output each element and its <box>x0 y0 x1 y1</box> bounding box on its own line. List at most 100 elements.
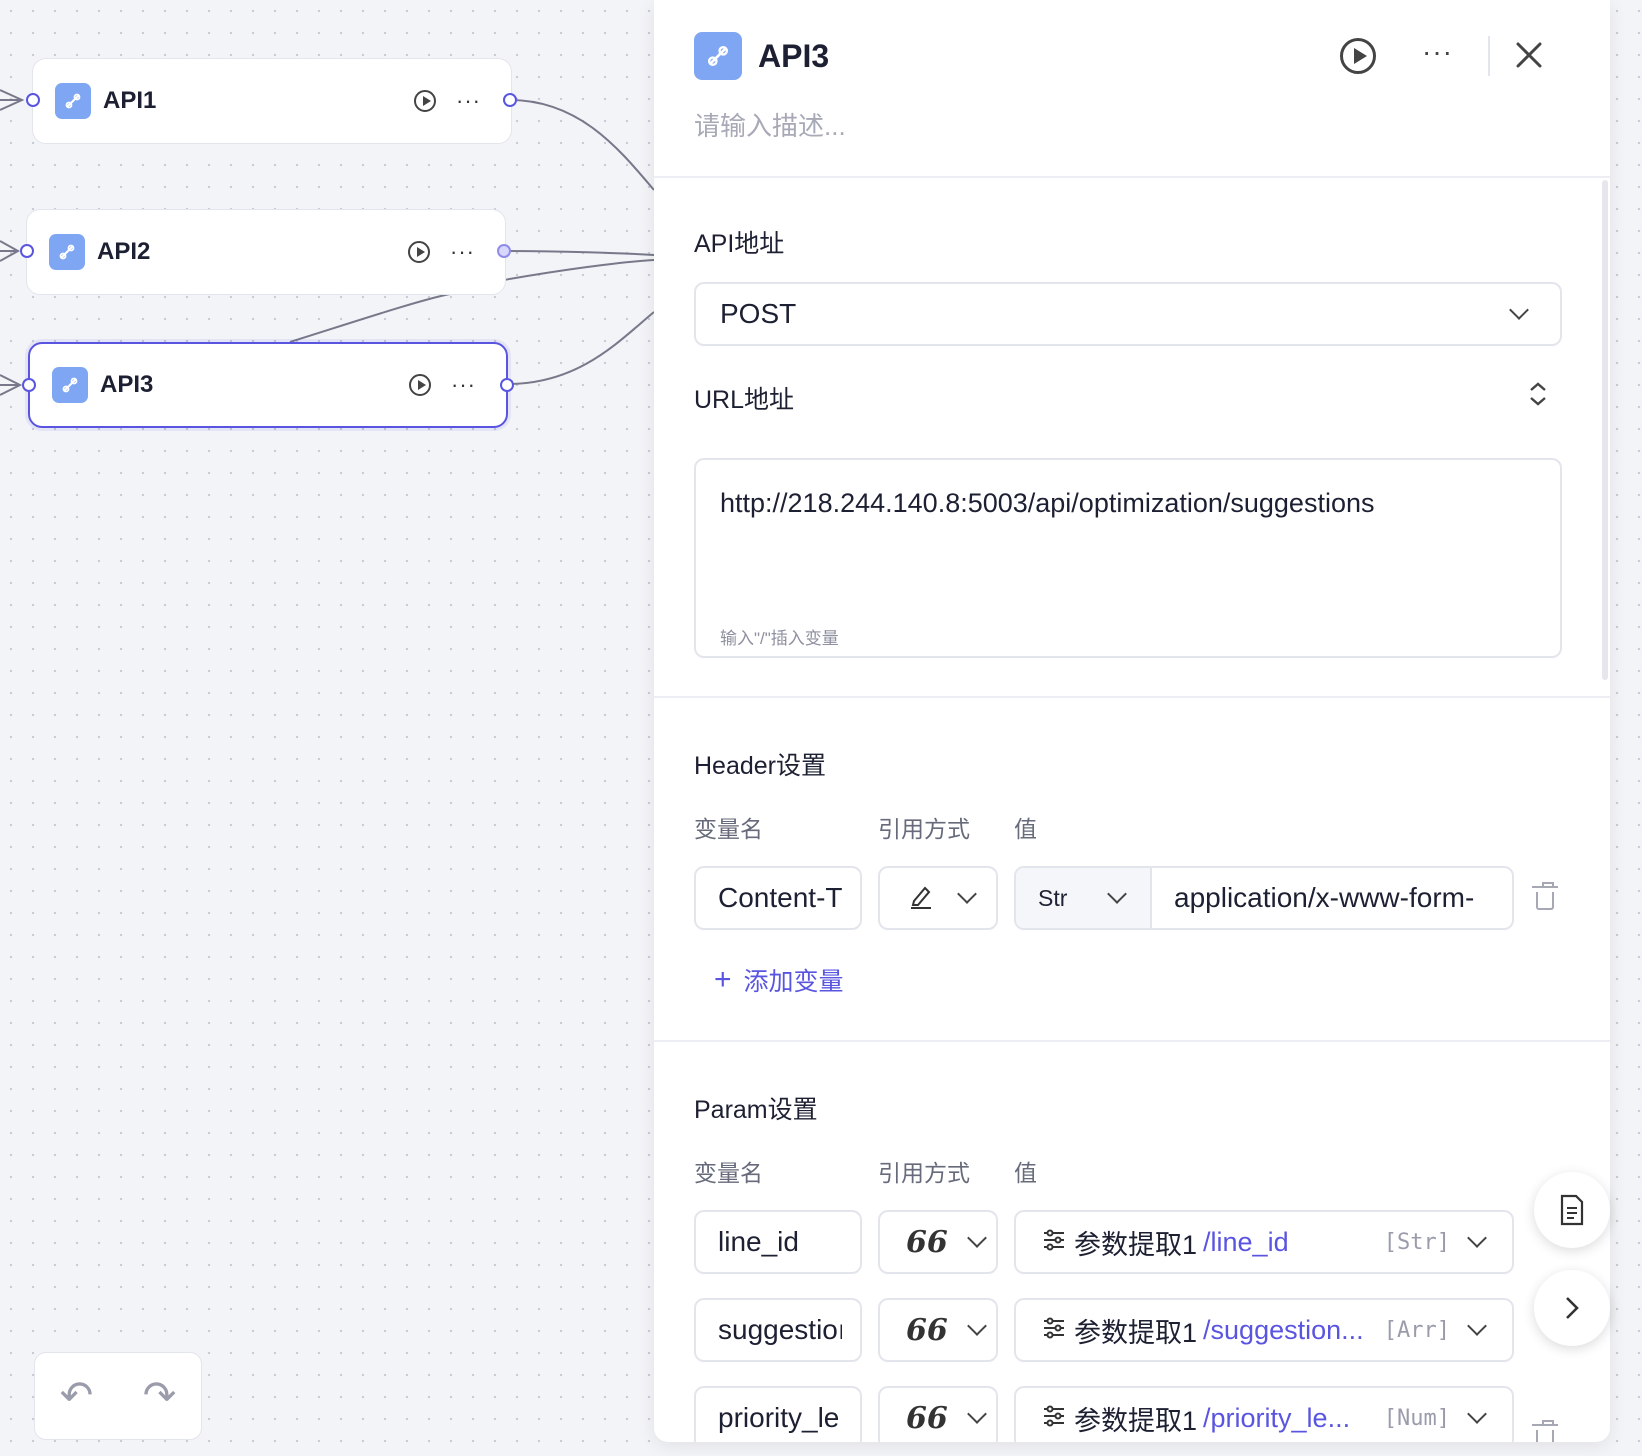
scrollbar[interactable] <box>1602 180 1608 680</box>
param-value-select[interactable]: 参数提取1 /line_id [Str] <box>1014 1210 1514 1274</box>
param-value-select[interactable]: 参数提取1 /suggestion... [Arr] <box>1014 1298 1514 1362</box>
param-name-input[interactable]: suggestioı <box>694 1298 862 1362</box>
url-value: http://218.244.140.8:5003/api/optimizati… <box>720 488 1375 518</box>
param-ref-select[interactable]: 66 <box>878 1386 998 1442</box>
reference-quote-icon: 66 <box>906 1400 948 1436</box>
output-port[interactable] <box>500 378 514 392</box>
node-title: API2 <box>97 238 151 265</box>
add-variable-label: 添加变量 <box>743 968 844 996</box>
reference-quote-icon: 66 <box>906 1224 948 1260</box>
canvas-node-api2[interactable]: API2 ··· <box>26 209 506 295</box>
sliders-icon <box>1042 1317 1066 1344</box>
param-path: /priority_le... <box>1203 1402 1351 1433</box>
param-name-value: line_id <box>718 1226 799 1257</box>
col-name-label: 变量名 <box>694 1160 763 1186</box>
chevron-down-icon <box>1467 1228 1487 1248</box>
delete-icon[interactable] <box>1532 1420 1558 1442</box>
divider <box>654 176 1610 178</box>
close-icon[interactable] <box>1512 38 1546 72</box>
chevron-down-icon <box>957 884 977 904</box>
chevron-down-icon <box>1467 1404 1487 1424</box>
header-divider <box>1488 36 1490 76</box>
param-section-title: Param设置 <box>694 1096 818 1124</box>
undo-icon[interactable]: ↶ <box>60 1376 94 1416</box>
expand-collapse-icon[interactable] <box>1526 380 1550 408</box>
header-value-field[interactable]: Str application/x-www-form- <box>1014 866 1514 930</box>
redo-icon[interactable]: ↷ <box>143 1376 177 1416</box>
add-header-variable-button[interactable]: + 添加变量 <box>714 962 844 998</box>
run-icon[interactable] <box>409 374 432 396</box>
param-value-select[interactable]: 参数提取1 /priority_le... [Num] <box>1014 1386 1514 1442</box>
param-ref-select[interactable]: 66 <box>878 1210 998 1274</box>
chevron-down-icon <box>1467 1316 1487 1336</box>
canvas-node-api3[interactable]: API3 ··· <box>28 342 508 428</box>
more-icon[interactable]: ··· <box>1422 36 1453 68</box>
document-icon <box>1560 1194 1584 1226</box>
input-port[interactable] <box>22 378 36 392</box>
api-link-icon <box>52 367 88 403</box>
header-name-input[interactable]: Content-T <box>694 866 862 930</box>
header-value: application/x-www-form- <box>1174 882 1475 913</box>
param-ref-select[interactable]: 66 <box>878 1298 998 1362</box>
node-config-panel: API3 ··· 请输入描述... API地址 POST URL地址 http:… <box>654 0 1610 1442</box>
input-port[interactable] <box>26 93 40 107</box>
more-icon[interactable]: ··· <box>456 90 481 112</box>
api-link-icon <box>49 234 85 270</box>
input-port[interactable] <box>20 244 34 258</box>
panel-title[interactable]: API3 <box>758 38 829 75</box>
output-port[interactable] <box>497 244 511 258</box>
param-name-input[interactable]: priority_le <box>694 1386 862 1442</box>
header-section-title: Header设置 <box>694 752 826 780</box>
url-label: URL地址 <box>694 386 795 414</box>
param-source: 参数提取1 <box>1074 1405 1198 1436</box>
chevron-down-icon <box>1107 884 1127 904</box>
method-value: POST <box>720 298 797 329</box>
sliders-icon <box>1042 1405 1066 1432</box>
col-name-label: 变量名 <box>694 816 763 842</box>
canvas-node-api1[interactable]: API1 ··· <box>32 58 512 144</box>
api-link-icon <box>694 32 742 80</box>
more-icon[interactable]: ··· <box>451 374 476 396</box>
api-section-title: API地址 <box>694 230 785 258</box>
node-title: API1 <box>103 87 157 114</box>
type-tag: [Num] <box>1383 1405 1450 1431</box>
chevron-down-icon <box>966 1228 987 1248</box>
chevron-down-icon <box>966 1316 987 1336</box>
type-label: Str <box>1038 884 1068 911</box>
delete-icon[interactable] <box>1532 882 1558 910</box>
run-icon[interactable] <box>414 90 437 112</box>
header-ref-select[interactable] <box>878 866 998 930</box>
type-tag: [Str] <box>1383 1229 1450 1255</box>
param-source: 参数提取1 <box>1074 1317 1198 1348</box>
run-icon[interactable] <box>1340 38 1376 74</box>
more-icon[interactable]: ··· <box>450 241 475 263</box>
param-name-input[interactable]: line_id <box>694 1210 862 1274</box>
run-icon[interactable] <box>408 241 431 263</box>
param-source: 参数提取1 <box>1074 1229 1198 1260</box>
method-select[interactable]: POST <box>694 282 1562 346</box>
url-hint: 输入"/"插入变量 <box>720 629 839 648</box>
document-button[interactable] <box>1534 1172 1610 1248</box>
description-input[interactable]: 请输入描述... <box>694 106 846 143</box>
col-value-label: 值 <box>1014 1160 1037 1186</box>
col-ref-label: 引用方式 <box>878 816 970 842</box>
type-tag: [Arr] <box>1383 1317 1450 1343</box>
node-title: API3 <box>100 371 154 398</box>
chevron-down-icon <box>966 1404 987 1424</box>
type-select[interactable]: Str <box>1016 868 1152 928</box>
expand-panel-button[interactable] <box>1534 1270 1610 1346</box>
pencil-icon <box>908 883 934 914</box>
api-link-icon <box>55 83 91 119</box>
param-name-value: suggestioı <box>718 1314 842 1345</box>
reference-quote-icon: 66 <box>906 1312 948 1348</box>
divider <box>654 1040 1610 1042</box>
col-ref-label: 引用方式 <box>878 1160 970 1186</box>
url-input[interactable]: http://218.244.140.8:5003/api/optimizati… <box>694 458 1562 658</box>
sliders-icon <box>1042 1229 1066 1256</box>
divider <box>654 696 1610 698</box>
output-port[interactable] <box>503 93 517 107</box>
param-path: /line_id <box>1203 1226 1289 1257</box>
param-name-value: priority_le <box>718 1402 840 1433</box>
history-toolbar: ↶ ↷ <box>34 1352 202 1440</box>
header-name-value: Content-T <box>718 882 842 913</box>
